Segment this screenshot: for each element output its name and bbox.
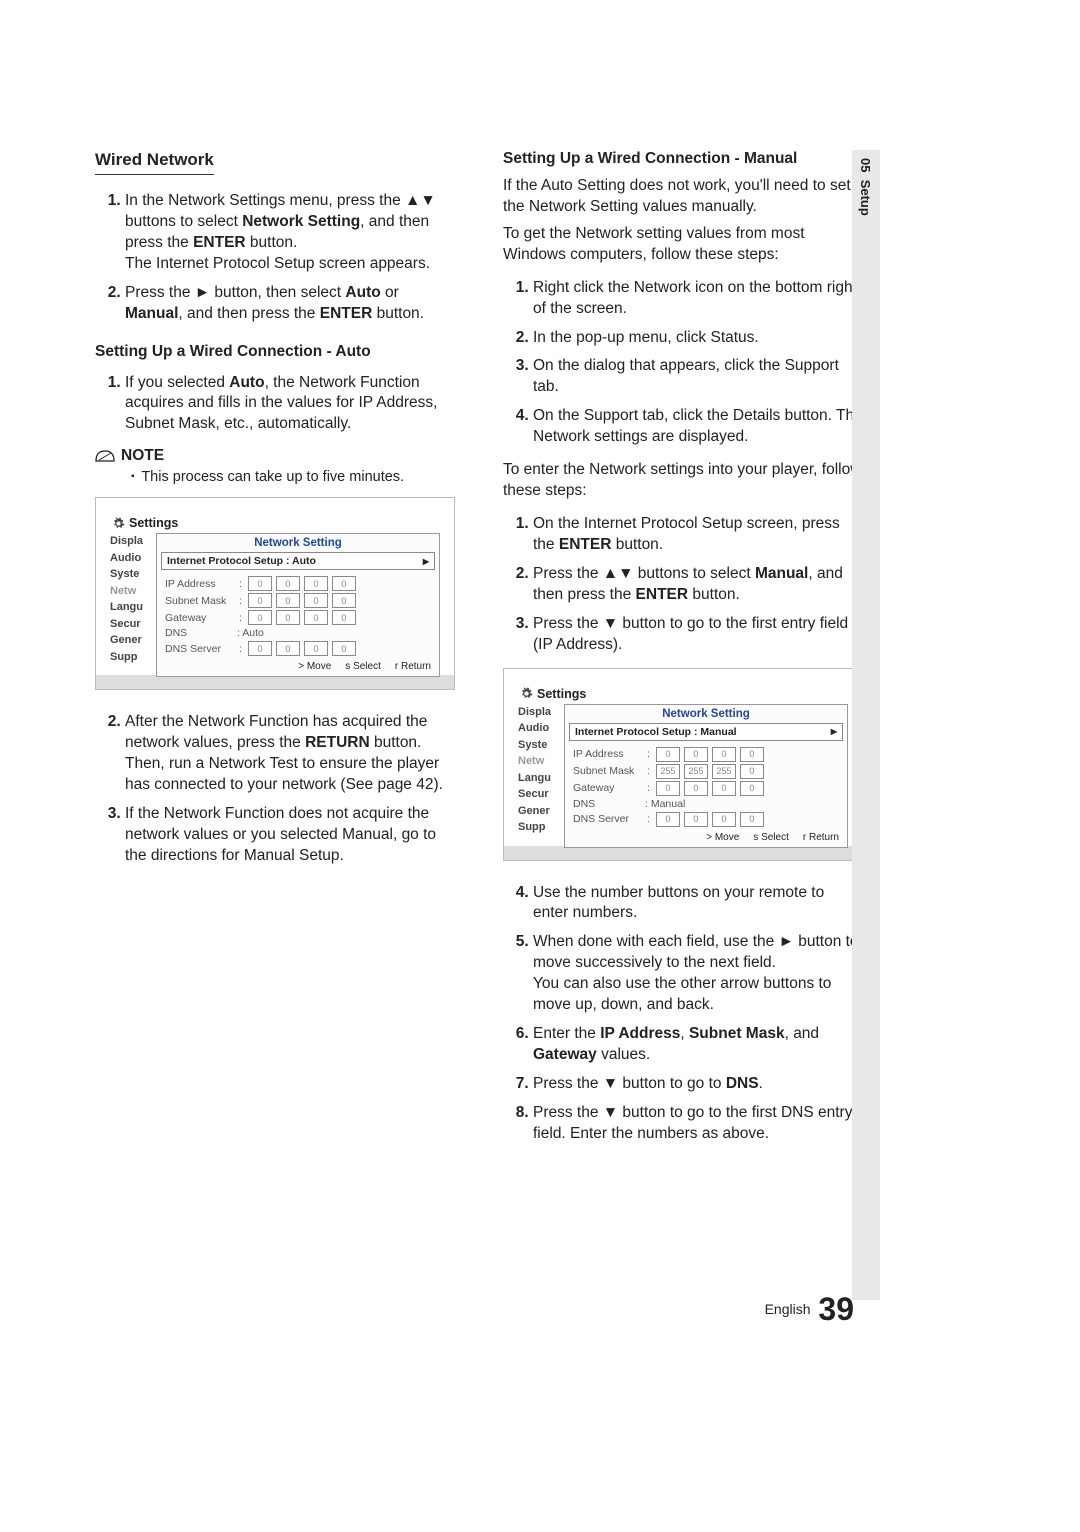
osd-settings-label: Settings bbox=[129, 516, 178, 530]
pc-step-3: On the dialog that appears, click the Su… bbox=[533, 356, 863, 398]
cont-step-4: Use the number buttons on your remote to… bbox=[533, 883, 863, 925]
arrow-right-icon: ▶ bbox=[831, 727, 837, 736]
osd-return: r Return bbox=[803, 832, 839, 843]
osd-manual-screenshot: Settings Displa Audio Syste Netw Langu S… bbox=[503, 668, 863, 861]
auto-steps-pre: If you selected Auto, the Network Functi… bbox=[95, 373, 455, 436]
manual-subheading: Setting Up a Wired Connection - Manual bbox=[503, 150, 863, 168]
gear-icon bbox=[520, 687, 533, 700]
footer-lang: English bbox=[765, 1301, 811, 1317]
osd-select: s Select bbox=[753, 832, 789, 843]
auto-step-1: If you selected Auto, the Network Functi… bbox=[125, 373, 455, 436]
continue-steps: Use the number buttons on your remote to… bbox=[503, 883, 863, 1145]
cont-step-5: When done with each field, use the ► but… bbox=[533, 932, 863, 1016]
page-footer: English 39 bbox=[765, 1291, 854, 1328]
pc-step-1: Right click the Network icon on the bott… bbox=[533, 278, 863, 320]
osd-return: r Return bbox=[395, 661, 431, 672]
manual-intro-3: To enter the Network settings into your … bbox=[503, 460, 863, 502]
auto-step-2: After the Network Function has acquired … bbox=[125, 712, 455, 796]
side-tab: 05 Setup bbox=[852, 150, 880, 1300]
right-column: Setting Up a Wired Connection - Manual I… bbox=[503, 150, 863, 1157]
enter-step-3: Press the ▼ button to go to the first en… bbox=[533, 614, 863, 656]
osd-auto-screenshot: Settings Displa Audio Syste Netw Langu S… bbox=[95, 497, 455, 690]
auto-steps-post: After the Network Function has acquired … bbox=[95, 712, 455, 866]
note-icon bbox=[95, 449, 115, 463]
osd-nav: Displa Audio Syste Netw Langu Secur Gene… bbox=[110, 533, 156, 677]
pc-steps: Right click the Network icon on the bott… bbox=[503, 278, 863, 448]
osd-protocol-row: Internet Protocol Setup : Manual ▶ bbox=[569, 723, 843, 741]
chapter-title: Setup bbox=[858, 180, 873, 216]
left-column: Wired Network In the Network Settings me… bbox=[95, 150, 455, 1157]
auto-step-3: If the Network Function does not acquire… bbox=[125, 804, 455, 867]
osd-select: s Select bbox=[345, 661, 381, 672]
footer-page: 39 bbox=[818, 1291, 854, 1327]
note-label: NOTE bbox=[121, 447, 164, 465]
enter-steps: On the Internet Protocol Setup screen, p… bbox=[503, 514, 863, 656]
pc-step-2: In the pop-up menu, click Status. bbox=[533, 328, 863, 349]
enter-step-1: On the Internet Protocol Setup screen, p… bbox=[533, 514, 863, 556]
osd-move: > Move bbox=[706, 832, 739, 843]
chapter-number: 05 bbox=[858, 158, 873, 172]
manual-intro-2: To get the Network setting values from m… bbox=[503, 224, 863, 266]
cont-step-6: Enter the IP Address, Subnet Mask, and G… bbox=[533, 1024, 863, 1066]
osd-move: > Move bbox=[298, 661, 331, 672]
cont-step-8: Press the ▼ button to go to the first DN… bbox=[533, 1103, 863, 1145]
note-row: NOTE bbox=[95, 447, 455, 465]
manual-intro-1: If the Auto Setting does not work, you'l… bbox=[503, 176, 863, 218]
intro-step-1: In the Network Settings menu, press the … bbox=[125, 191, 455, 275]
intro-steps: In the Network Settings menu, press the … bbox=[95, 191, 455, 325]
osd-title: Network Setting bbox=[565, 705, 847, 722]
intro-step-2: Press the ► button, then select Auto or … bbox=[125, 283, 455, 325]
cont-step-7: Press the ▼ button to go to DNS. bbox=[533, 1074, 863, 1095]
arrow-right-icon: ▶ bbox=[423, 557, 429, 566]
osd-settings-label: Settings bbox=[537, 687, 586, 701]
enter-step-2: Press the ▲▼ buttons to select Manual, a… bbox=[533, 564, 863, 606]
pc-step-4: On the Support tab, click the Details bu… bbox=[533, 406, 863, 448]
osd-nav: Displa Audio Syste Netw Langu Secur Gene… bbox=[518, 704, 564, 848]
auto-subheading: Setting Up a Wired Connection - Auto bbox=[95, 343, 455, 361]
gear-icon bbox=[112, 517, 125, 530]
wired-network-heading: Wired Network bbox=[95, 150, 214, 175]
osd-title: Network Setting bbox=[157, 534, 439, 551]
osd-protocol-row: Internet Protocol Setup : Auto ▶ bbox=[161, 552, 435, 570]
note-body: This process can take up to five minutes… bbox=[131, 469, 455, 485]
